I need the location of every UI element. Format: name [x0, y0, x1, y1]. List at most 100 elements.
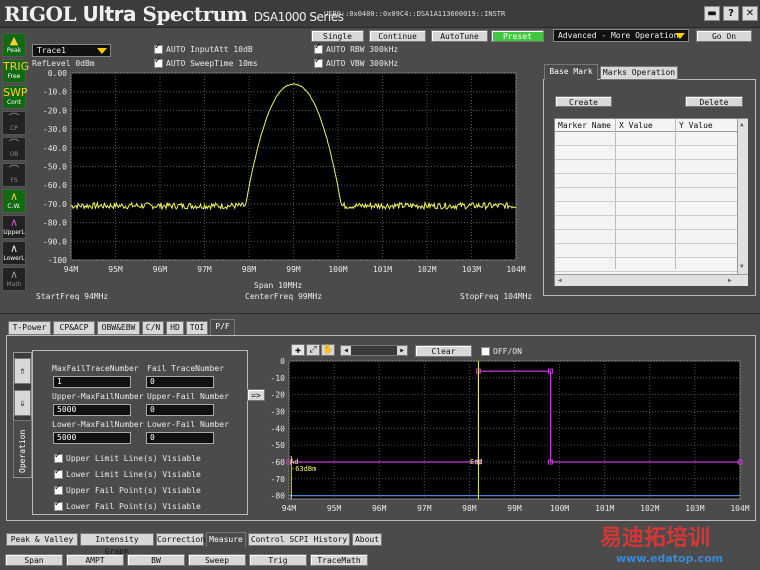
- table-row[interactable]: [555, 244, 737, 258]
- checkbox-icon[interactable]: [54, 467, 63, 479]
- tab-operation[interactable]: Operation: [13, 420, 32, 476]
- scroll-up-icon[interactable]: ▲: [740, 121, 744, 128]
- trig-button[interactable]: Trig: [249, 554, 307, 566]
- table-row[interactable]: [555, 146, 737, 160]
- checkbox-icon[interactable]: [54, 499, 63, 511]
- sweep-button[interactable]: Sweep: [188, 554, 246, 566]
- auto-sweeptime[interactable]: AUTO SweepTime 10ms: [154, 56, 258, 68]
- table-row[interactable]: [555, 188, 737, 202]
- table-row[interactable]: [555, 230, 737, 244]
- chk-lower-line[interactable]: Lower Limit Line(s) Visiable: [54, 467, 201, 479]
- scroll-right-icon[interactable]: ▶: [728, 277, 732, 284]
- x-tick-label: 98M: [462, 504, 477, 513]
- checkbox-icon[interactable]: [54, 483, 63, 495]
- upper-max-input[interactable]: 5000: [53, 404, 131, 416]
- tab-intensitygraph[interactable]: Intensity Graph: [80, 533, 154, 556]
- tab-toi[interactable]: TOI: [186, 321, 208, 335]
- go-on-button[interactable]: Go On: [696, 30, 752, 42]
- vertical-scrollbar[interactable]: ▲ ▼: [737, 119, 748, 274]
- crosshair-tool-icon[interactable]: ✚: [291, 344, 305, 356]
- chk-upper-point[interactable]: Upper Fail Point(s) Visiable: [54, 483, 201, 495]
- continue-button[interactable]: Continue: [369, 30, 426, 42]
- upper-max-value: 5000: [57, 405, 77, 414]
- lower-max-input[interactable]: 5000: [53, 432, 131, 444]
- minimize-button[interactable]: ▬: [704, 6, 720, 21]
- table-row[interactable]: [555, 132, 737, 146]
- pan-hand-icon[interactable]: ✋: [321, 344, 335, 356]
- ampt-button[interactable]: AMPT: [66, 554, 124, 566]
- tab-cpacp[interactable]: CP&ACP: [53, 321, 95, 335]
- lower-fail-input[interactable]: 0: [146, 432, 214, 444]
- tab-tpower[interactable]: T-Power: [8, 321, 51, 335]
- tab-cn[interactable]: C/N: [142, 321, 164, 335]
- tab-obwebw[interactable]: OBW&EBW: [97, 321, 140, 335]
- sidebar-item-cw[interactable]: ∧ C.W.: [2, 189, 26, 213]
- checkbox-icon[interactable]: [154, 42, 163, 54]
- tab-limit-up[interactable]: ⇑: [14, 358, 31, 384]
- sidebar-item-cont[interactable]: SWP Cont: [2, 85, 28, 109]
- single-button[interactable]: Single: [311, 30, 364, 42]
- checkbox-icon[interactable]: [154, 56, 163, 68]
- help-button[interactable]: ?: [723, 6, 739, 21]
- trace-select[interactable]: Trace1: [32, 44, 111, 57]
- marker-select[interactable]: ◀ ▶: [340, 345, 408, 356]
- sidebar-item-free[interactable]: TRIG Free: [2, 59, 29, 83]
- tab-measure[interactable]: Measure: [206, 532, 246, 547]
- prev-icon[interactable]: ◀: [341, 346, 351, 355]
- checkbox-icon[interactable]: [314, 56, 323, 68]
- autotune-button[interactable]: AutoTune: [431, 30, 488, 42]
- x-tick-label: 100M: [328, 265, 347, 274]
- chk-upper-line[interactable]: Upper Limit Line(s) Visiable: [54, 451, 201, 463]
- horizontal-scrollbar[interactable]: ◀ ▶: [555, 274, 748, 286]
- sidebar-item-math[interactable]: ∧ Math: [2, 267, 26, 291]
- tab-about[interactable]: About: [352, 533, 382, 546]
- span-button[interactable]: Span: [5, 554, 63, 566]
- table-row[interactable]: [555, 174, 737, 188]
- auto-inputatt[interactable]: AUTO InputAtt 10dB: [154, 42, 253, 54]
- tab-limit-down[interactable]: ⇓: [14, 390, 31, 416]
- sidebar-item-upperl[interactable]: ∧ UpperL: [2, 215, 26, 239]
- tab-controlscpihistory[interactable]: Control SCPI History: [248, 533, 350, 546]
- sidebar-item-fs[interactable]: ⌒ FS: [2, 163, 26, 187]
- clear-button[interactable]: Clear: [415, 345, 472, 357]
- mode-select[interactable]: Advanced - More Operation: [553, 29, 689, 42]
- tab-pf[interactable]: P/F: [210, 319, 235, 335]
- logo-spectrum: Spectrum: [142, 2, 248, 26]
- tab-peakvalley[interactable]: Peak & Valley: [6, 533, 78, 546]
- table-row[interactable]: [555, 216, 737, 230]
- max-fail-input[interactable]: 1: [53, 376, 131, 388]
- tab-base-mark[interactable]: Base Mark: [544, 64, 598, 80]
- table-row[interactable]: [555, 202, 737, 216]
- sidebar-item-peak[interactable]: ▲ Peak: [2, 33, 26, 57]
- fail-trace-input[interactable]: 0: [146, 376, 214, 388]
- zoom-tool-icon[interactable]: ⤢: [306, 344, 320, 356]
- delete-marker-button[interactable]: Delete: [685, 96, 743, 107]
- sidebar-item-cp[interactable]: ⌒ CP: [2, 111, 26, 135]
- sidebar-item-ob[interactable]: ⌒ OB: [2, 137, 26, 161]
- auto-vbw[interactable]: AUTO VBW 300kHz: [314, 56, 398, 68]
- next-icon[interactable]: ▶: [397, 346, 407, 355]
- checkbox-icon[interactable]: [54, 451, 63, 463]
- upper-fail-input[interactable]: 0: [146, 404, 214, 416]
- tab-hd[interactable]: HD: [166, 321, 184, 335]
- onoff-toggle[interactable]: OFF/ON: [481, 347, 522, 356]
- checkbox-icon[interactable]: [481, 347, 490, 356]
- auto-inputatt-label: AUTO InputAtt 10dB: [166, 45, 253, 54]
- preset-button[interactable]: Preset: [491, 30, 544, 42]
- auto-rbw[interactable]: AUTO RBW 300kHz: [314, 42, 398, 54]
- table-row[interactable]: [555, 258, 737, 272]
- sidebar-item-lowerl[interactable]: ∧ LowerL: [2, 241, 26, 265]
- tab-marks-operation[interactable]: Marks Operation: [600, 66, 678, 80]
- scroll-down-icon[interactable]: ▼: [740, 263, 744, 270]
- scroll-left-icon[interactable]: ◀: [558, 277, 562, 284]
- close-button[interactable]: ✕: [742, 6, 758, 21]
- x-tick-label: 96M: [372, 504, 387, 513]
- create-marker-button[interactable]: Create: [555, 96, 612, 107]
- table-row[interactable]: [555, 160, 737, 174]
- tracemath-button[interactable]: TraceMath: [310, 554, 368, 566]
- checkbox-icon[interactable]: [314, 42, 323, 54]
- bw-button[interactable]: BW: [127, 554, 185, 566]
- y-tick-label: -80.0: [43, 219, 67, 228]
- tab-correction[interactable]: Correction: [156, 533, 205, 546]
- chk-lower-point[interactable]: Lower Fail Point(s) Visiable: [54, 499, 201, 511]
